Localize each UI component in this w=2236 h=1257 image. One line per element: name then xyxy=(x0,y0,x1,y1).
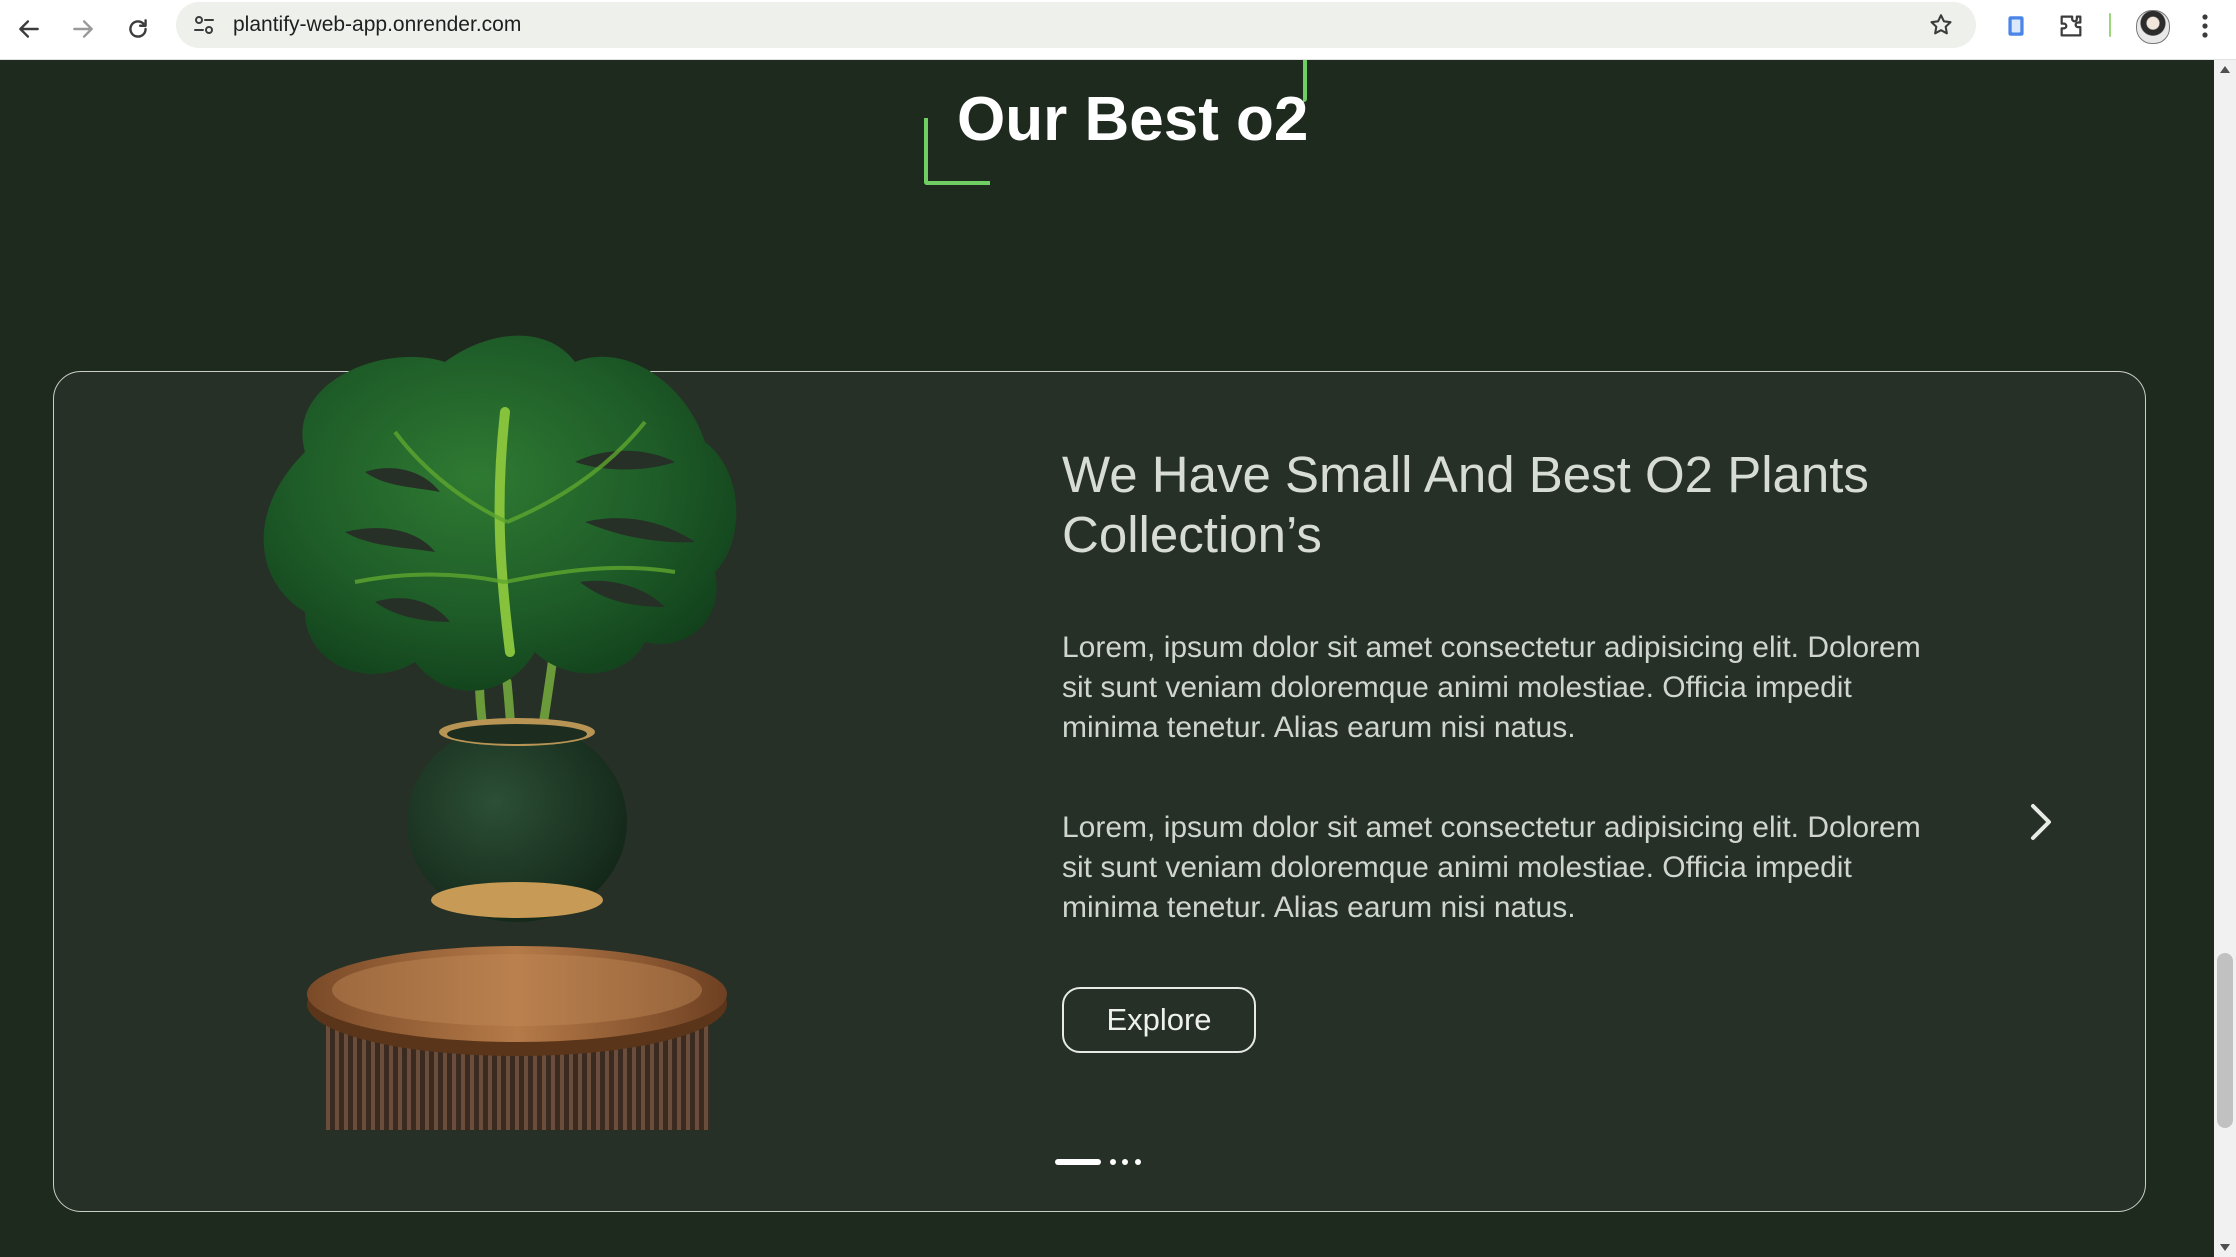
star-icon[interactable] xyxy=(1928,12,1954,38)
scroll-up-arrow-icon[interactable] xyxy=(2220,66,2230,73)
forward-arrow-icon xyxy=(73,20,93,38)
address-bar[interactable]: plantify-web-app.onrender.com xyxy=(176,2,1976,48)
slide-paragraph-2: Lorem, ipsum dolor sit amet consectetur … xyxy=(1062,811,1921,924)
puzzle-icon[interactable] xyxy=(2056,11,2086,41)
explore-button[interactable]: Explore xyxy=(1062,987,1256,1053)
slide-heading: We Have Small And Best O2 Plants Collect… xyxy=(1062,446,1869,563)
vertical-scrollbar[interactable] xyxy=(2214,60,2236,1257)
reload-icon xyxy=(129,19,147,38)
plant-image xyxy=(263,335,737,1130)
scrollbar-thumb[interactable] xyxy=(2217,953,2233,1128)
chevron-right-icon[interactable] xyxy=(2026,800,2056,844)
app-extension-icon[interactable] xyxy=(2001,11,2031,41)
section-title: Our Best o2 xyxy=(957,85,1309,154)
pagination-dot[interactable] xyxy=(1135,1159,1141,1165)
profile-avatar[interactable] xyxy=(2136,10,2170,44)
page-viewport: Our Best o2 We Have Small And Best O2 Pl… xyxy=(0,60,2214,1257)
scroll-down-arrow-icon[interactable] xyxy=(2220,1244,2230,1251)
kebab-menu-icon[interactable] xyxy=(2196,11,2214,41)
back-button[interactable] xyxy=(7,7,51,51)
pagination-dot-active[interactable] xyxy=(1055,1159,1101,1165)
toolbar-divider xyxy=(2109,13,2111,37)
slide-paragraph-1: Lorem, ipsum dolor sit amet consectetur … xyxy=(1062,631,1921,744)
browser-toolbar: plantify-web-app.onrender.com xyxy=(0,0,2236,60)
pagination-dot[interactable] xyxy=(1110,1159,1116,1165)
reload-button[interactable] xyxy=(116,7,160,51)
site-settings-icon[interactable] xyxy=(192,13,216,37)
pagination-dot[interactable] xyxy=(1122,1159,1128,1165)
url-text[interactable]: plantify-web-app.onrender.com xyxy=(233,2,521,48)
forward-button[interactable] xyxy=(61,7,105,51)
back-arrow-icon xyxy=(19,20,39,38)
